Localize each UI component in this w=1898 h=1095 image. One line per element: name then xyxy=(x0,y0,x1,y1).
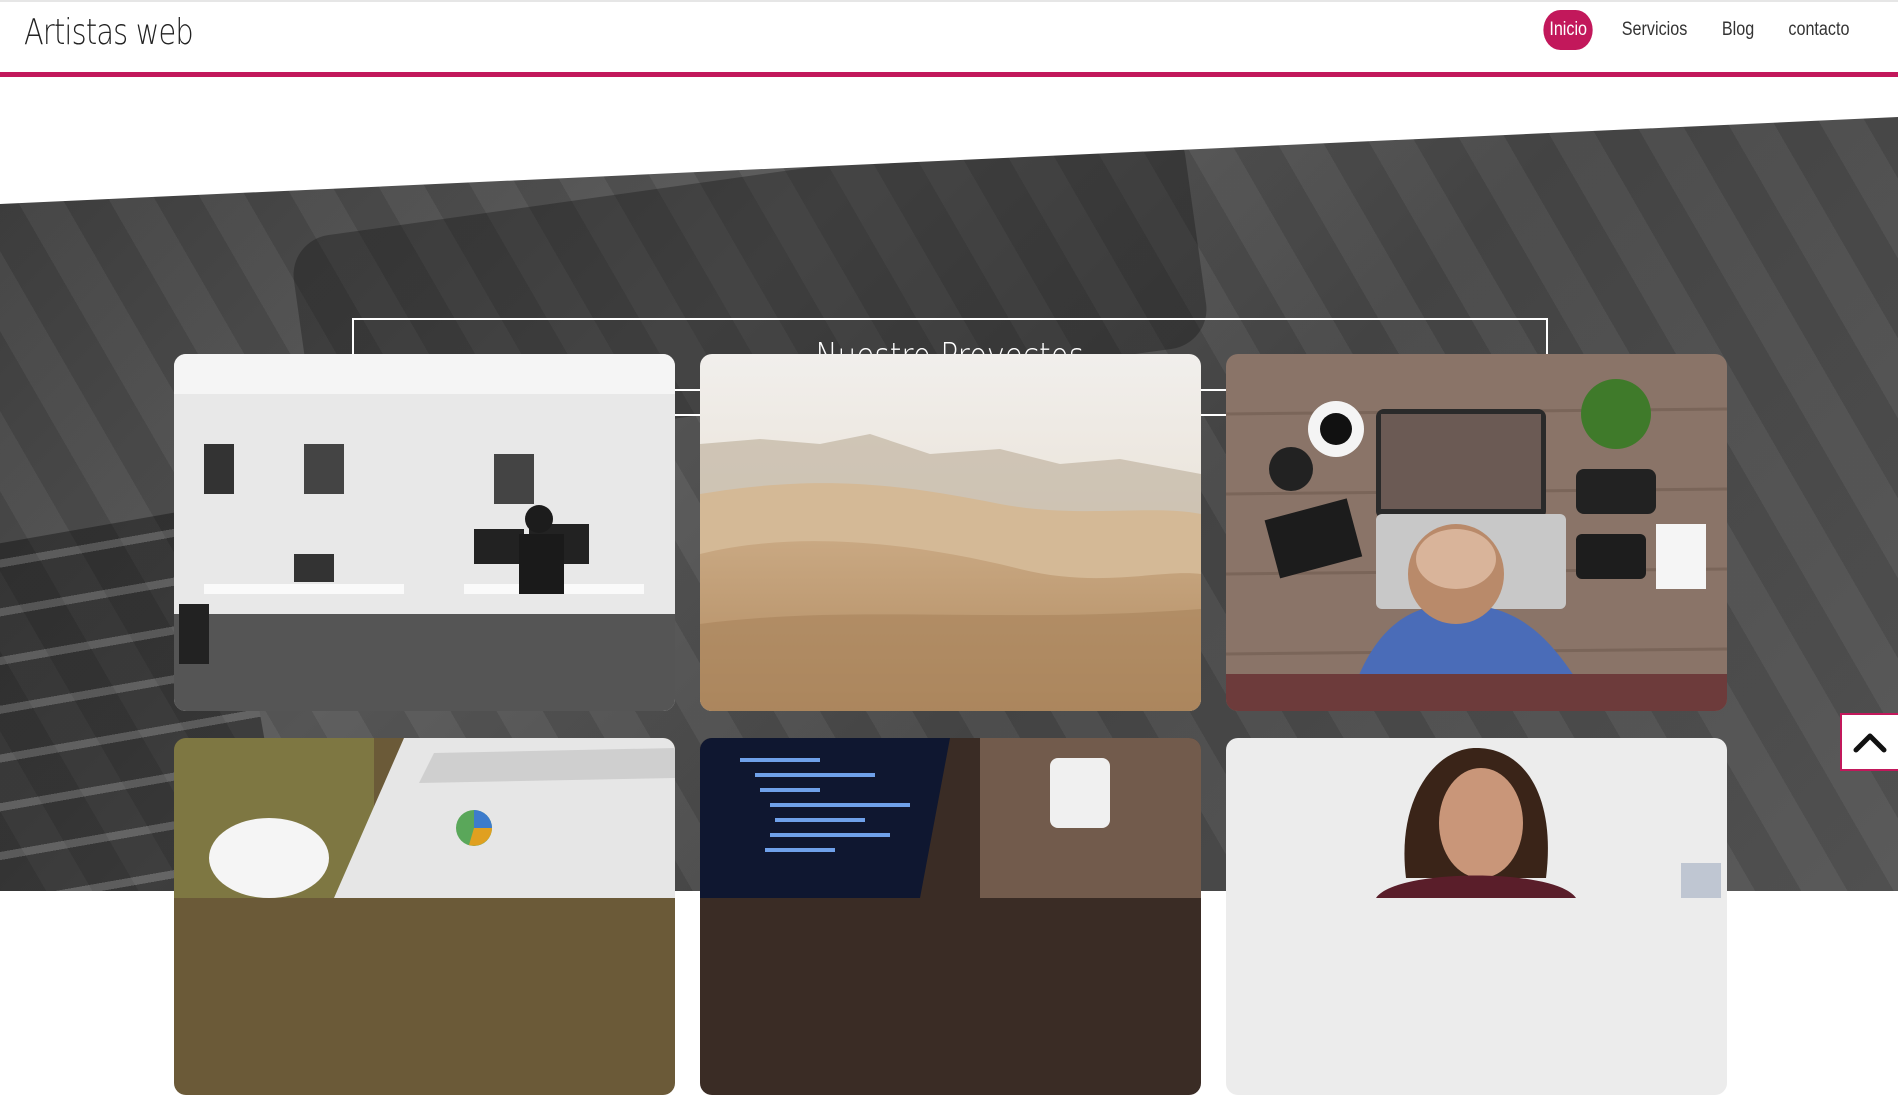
scroll-to-top-button[interactable] xyxy=(1840,713,1898,771)
site-header: Artistas web Inicio Servicios Blog conta… xyxy=(0,2,1898,77)
nav-item-servicios[interactable]: Servicios xyxy=(1616,10,1693,50)
project-card-stress[interactable] xyxy=(1226,354,1727,711)
chevron-up-icon xyxy=(1853,733,1887,753)
nav-item-contacto[interactable]: contacto xyxy=(1783,10,1856,50)
woman-working-image xyxy=(1226,738,1727,1095)
project-card-desert[interactable] xyxy=(700,354,1201,711)
desert-image xyxy=(700,354,1201,711)
project-card-woman[interactable] xyxy=(1226,738,1727,1095)
analytics-tablet-image xyxy=(174,738,675,1095)
nav-item-blog[interactable]: Blog xyxy=(1716,10,1760,50)
office-desk-image xyxy=(174,354,675,711)
project-card-office[interactable] xyxy=(174,354,675,711)
project-card-analytics[interactable] xyxy=(174,738,675,1095)
main-nav: Inicio Servicios Blog contacto xyxy=(1539,10,1862,50)
project-card-code[interactable] xyxy=(700,738,1201,1095)
stressed-man-image xyxy=(1226,354,1727,711)
nav-item-inicio[interactable]: Inicio xyxy=(1543,10,1593,50)
code-laptop-image xyxy=(700,738,1201,1095)
brand-logo[interactable]: Artistas web xyxy=(24,12,194,53)
diagonal-divider xyxy=(0,77,1898,204)
